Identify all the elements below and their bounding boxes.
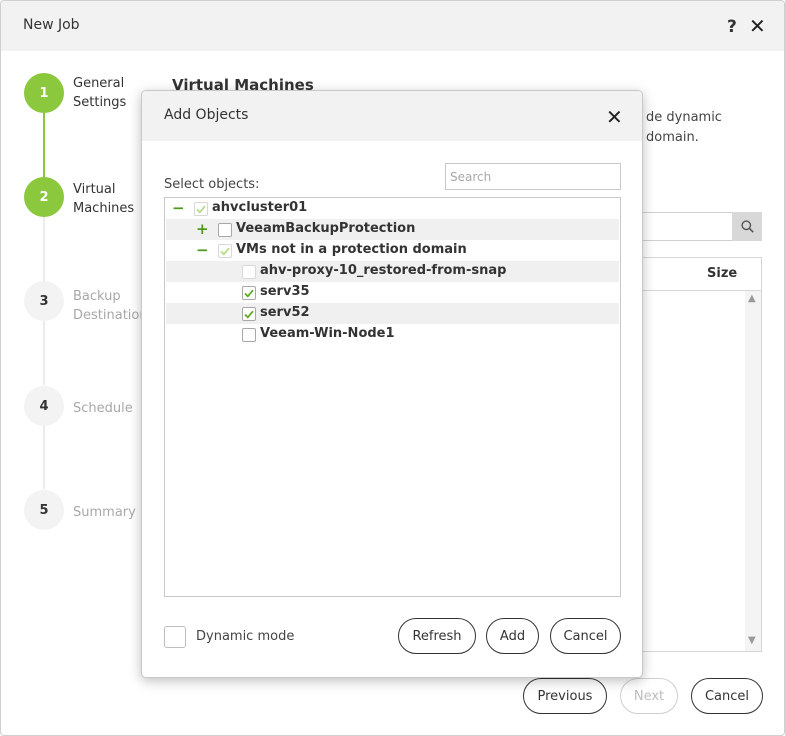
step-2-label-line1: Virtual xyxy=(73,182,116,197)
dynamic-mode-label[interactable]: Dynamic mode xyxy=(196,629,294,644)
tree-item-ahv-proxy[interactable]: ahv-proxy-10_restored-from-snap xyxy=(166,261,619,282)
vm-search-input[interactable] xyxy=(641,212,733,241)
step-3-label-line1: Backup xyxy=(73,289,121,304)
search-icon xyxy=(740,220,754,233)
table-scrollbar[interactable] xyxy=(745,291,761,651)
page-description-line1: de dynamic xyxy=(646,110,722,125)
tree-checkbox[interactable] xyxy=(242,286,256,300)
table-header-divider xyxy=(641,290,762,291)
help-icon[interactable]: ? xyxy=(727,17,737,37)
objects-tree: − ahvcluster01 + VeeamBackupProtection −… xyxy=(164,197,621,597)
tree-checkbox[interactable] xyxy=(242,265,256,279)
step-1-label-line2: Settings xyxy=(73,95,127,110)
scroll-up-icon[interactable]: ▲ xyxy=(748,293,756,304)
tree-item-label: serv52 xyxy=(260,305,310,320)
step-2-label-line2: Machines xyxy=(73,201,135,216)
expand-icon[interactable]: + xyxy=(196,220,209,238)
tree-checkbox[interactable] xyxy=(242,307,256,321)
check-icon xyxy=(220,247,230,256)
collapse-icon[interactable]: − xyxy=(172,199,185,217)
vm-search-button[interactable] xyxy=(732,212,762,241)
tree-item-veeam-win-node1[interactable]: Veeam-Win-Node1 xyxy=(166,324,619,345)
tree-item-label: ahvcluster01 xyxy=(212,200,308,215)
step-connector xyxy=(43,113,45,177)
refresh-button[interactable]: Refresh xyxy=(398,618,476,654)
close-icon[interactable]: ✕ xyxy=(749,14,766,38)
step-connector xyxy=(43,425,45,489)
objects-search-input[interactable] xyxy=(445,163,621,190)
tree-checkbox[interactable] xyxy=(242,328,256,342)
step-3-label-line2: Destination xyxy=(73,308,148,323)
window-titlebar: New Job ? ✕ xyxy=(1,1,784,51)
previous-button[interactable]: Previous xyxy=(523,678,607,714)
step-1-label-line1: General xyxy=(73,76,125,91)
step-connector xyxy=(43,217,45,281)
scroll-down-icon[interactable]: ▼ xyxy=(748,635,756,646)
step-3-circle: 3 xyxy=(24,281,64,321)
dialog-header: Add Objects ✕ xyxy=(142,91,642,141)
page-description-line2: domain. xyxy=(646,130,699,145)
step-connector xyxy=(43,321,45,385)
tree-checkbox[interactable] xyxy=(218,244,232,258)
tree-item-label: serv35 xyxy=(260,284,310,299)
select-objects-label: Select objects: xyxy=(164,177,260,192)
tree-item-label: Veeam-Win-Node1 xyxy=(260,326,395,341)
check-icon xyxy=(196,205,206,214)
dialog-cancel-button[interactable]: Cancel xyxy=(550,618,621,654)
cancel-button[interactable]: Cancel xyxy=(691,678,763,714)
step-2-circle[interactable]: 2 xyxy=(24,177,64,217)
collapse-icon[interactable]: − xyxy=(196,241,209,259)
page-description: de dynamic domain. xyxy=(646,108,776,148)
check-icon xyxy=(244,310,254,319)
add-objects-dialog: Add Objects ✕ Select objects: − ahvclust… xyxy=(141,90,643,678)
step-4-circle: 4 xyxy=(24,386,64,426)
step-1-label[interactable]: General Settings xyxy=(73,74,126,112)
tree-item-label: VeeamBackupProtection xyxy=(236,221,416,236)
step-2-label[interactable]: Virtual Machines xyxy=(73,180,134,218)
dynamic-mode-checkbox[interactable] xyxy=(164,626,186,648)
tree-item-serv52[interactable]: serv52 xyxy=(166,303,619,324)
window-title: New Job xyxy=(23,17,80,33)
step-1-circle[interactable]: 1 xyxy=(24,73,64,113)
tree-checkbox[interactable] xyxy=(194,202,208,216)
tree-item-label: VMs not in a protection domain xyxy=(236,242,467,257)
tree-item-label: ahv-proxy-10_restored-from-snap xyxy=(260,263,507,278)
size-column-header[interactable]: Size xyxy=(707,266,737,281)
check-icon xyxy=(244,289,254,298)
add-button[interactable]: Add xyxy=(486,618,539,654)
vm-table xyxy=(641,257,762,652)
tree-item-serv35[interactable]: serv35 xyxy=(166,282,619,303)
step-5-circle: 5 xyxy=(24,490,64,530)
tree-item-veeambackupprotection[interactable]: + VeeamBackupProtection xyxy=(166,219,619,240)
dialog-close-icon[interactable]: ✕ xyxy=(606,105,623,129)
next-button[interactable]: Next xyxy=(620,678,678,714)
tree-checkbox[interactable] xyxy=(218,223,232,237)
step-3-label: Backup Destination xyxy=(73,287,148,325)
tree-item-vms-not-in-protection-domain[interactable]: − VMs not in a protection domain xyxy=(166,240,619,261)
step-5-label: Summary xyxy=(73,505,136,520)
tree-item-ahvcluster01[interactable]: − ahvcluster01 xyxy=(166,198,619,219)
step-4-label: Schedule xyxy=(73,401,133,416)
dialog-title: Add Objects xyxy=(164,107,249,123)
